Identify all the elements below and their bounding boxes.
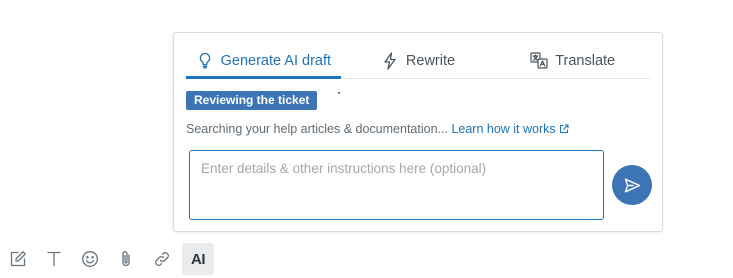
status-message: Searching your help articles & documenta…: [186, 122, 448, 136]
status-badge: Reviewing the ticket: [186, 91, 318, 110]
text-format-button[interactable]: [38, 243, 70, 275]
translate-icon: [530, 52, 548, 70]
tab-generate-ai-draft[interactable]: Generate AI draft: [186, 43, 341, 79]
status-message-line: Searching your help articles & documenta…: [186, 122, 569, 137]
ai-assistant-panel: Generate AI draft Rewrite Translate Revi…: [173, 32, 663, 232]
tab-rewrite[interactable]: Rewrite: [341, 43, 496, 78]
ai-icon: AI: [191, 250, 206, 268]
send-button[interactable]: [612, 165, 652, 205]
tab-label: Rewrite: [405, 52, 456, 69]
attachment-button[interactable]: [110, 243, 142, 275]
ai-button[interactable]: AI: [182, 243, 214, 275]
tab-label: Translate: [555, 52, 616, 69]
details-input[interactable]: [189, 150, 604, 220]
external-link-icon: [559, 123, 569, 137]
tab-label: Generate AI draft: [220, 52, 332, 69]
composer-toolbar: AI: [2, 243, 214, 275]
emoji-button[interactable]: [74, 243, 106, 275]
learn-link-label: Learn how it works: [451, 122, 556, 136]
lightbulb-icon: [196, 52, 214, 70]
text-format-icon: [46, 250, 62, 268]
tab-translate[interactable]: Translate: [495, 43, 650, 78]
tab-bar: Generate AI draft Rewrite Translate: [186, 43, 650, 79]
send-icon: [624, 178, 641, 193]
attachment-icon: [119, 250, 133, 268]
link-icon: [153, 250, 171, 268]
compose-icon: [9, 250, 27, 268]
loading-dot: [338, 92, 340, 94]
lightning-icon: [381, 51, 399, 70]
learn-how-it-works-link[interactable]: Learn how it works: [451, 122, 569, 137]
compose-button[interactable]: [2, 243, 34, 275]
emoji-icon: [81, 250, 99, 268]
link-button[interactable]: [146, 243, 178, 275]
